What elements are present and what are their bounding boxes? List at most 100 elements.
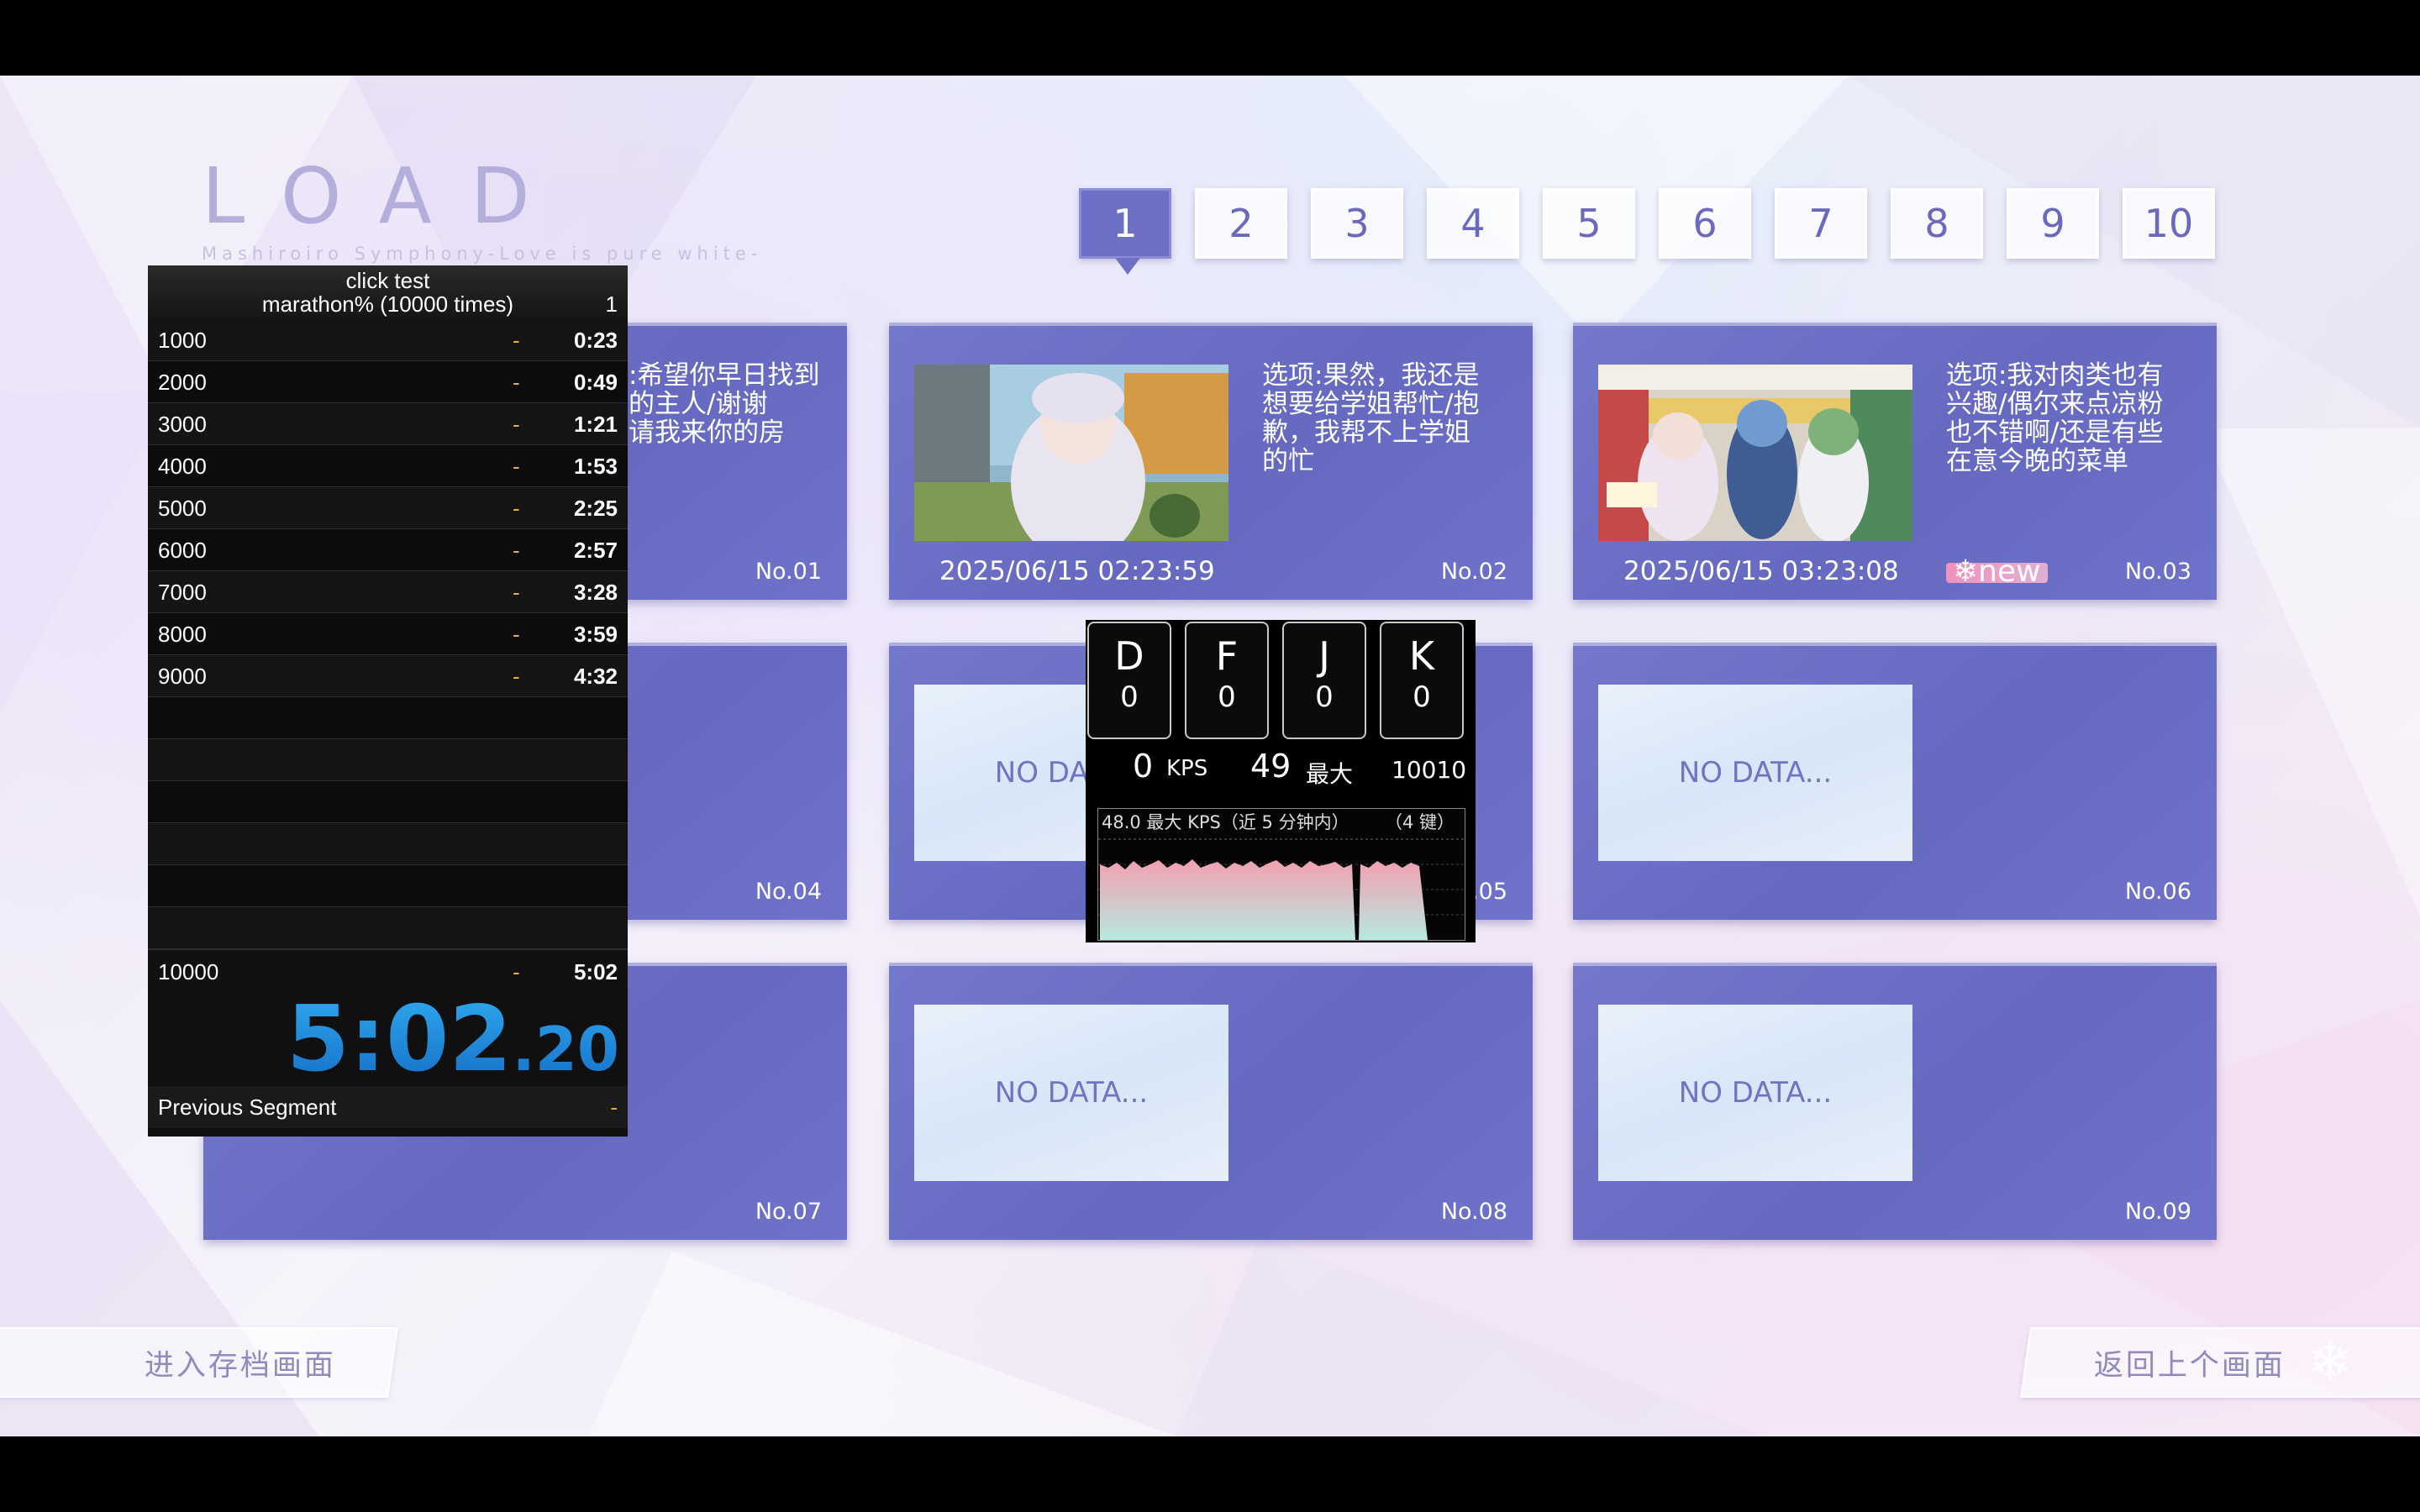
- run-title: click test: [345, 268, 430, 293]
- game-subtitle: Mashiroiro Symphony-Love is pure white-: [202, 244, 763, 264]
- kps-graph: 48.0 最大 KPS（近 5 分钟内） （4 键）: [1097, 808, 1465, 941]
- page-tab-1[interactable]: 1: [1079, 188, 1171, 275]
- key-count: 0: [1315, 680, 1334, 714]
- split-time: 2:57: [573, 538, 618, 563]
- slot-choice-text: 选项:我对肉类也有 兴趣/偶尔来点凉粉 也不错啊/还是有些 在意今晚的菜单: [1946, 360, 2164, 476]
- total-keys-value: 10010: [1392, 756, 1467, 784]
- split-time: 3:28: [573, 580, 618, 605]
- key-overlay: D0 F0 J0 K0 0 KPS 49 最大 10010 48.0 最大 KP…: [1086, 620, 1476, 942]
- page-tab-3[interactable]: 3: [1311, 188, 1403, 259]
- split-time: 0:49: [573, 370, 618, 395]
- page-tab-9[interactable]: 9: [2007, 188, 2099, 259]
- slot-thumbnail: [914, 365, 1228, 541]
- splits-list: 1000-0:23 2000-0:49 3000-1:21 4000-1:53 …: [148, 319, 628, 949]
- split-time: 3:59: [573, 622, 618, 647]
- key-j: J0: [1282, 622, 1366, 739]
- split-delta: -: [513, 454, 520, 479]
- split-row-empty: [148, 865, 628, 907]
- split-name: 1000: [158, 328, 207, 353]
- split-row: 5000 - 2:25: [148, 487, 628, 529]
- main-timer-value: 5:02: [286, 987, 513, 1092]
- split-name: 9000: [158, 664, 207, 689]
- speedrun-timer[interactable]: click test marathon% (10000 times) 1 100…: [148, 265, 628, 1137]
- snowflake-icon: ❄: [1953, 554, 1979, 589]
- split-row-empty: [148, 823, 628, 865]
- page-tab-10[interactable]: 10: [2123, 188, 2215, 259]
- split-delta: -: [513, 959, 520, 984]
- page-tab-5[interactable]: 5: [1543, 188, 1635, 259]
- save-slot-06[interactable]: NO DATA... No.06: [1573, 643, 2217, 920]
- active-tab-pointer: [1115, 258, 1140, 275]
- page-tab-7[interactable]: 7: [1775, 188, 1867, 259]
- previous-segment-row: Previous Segment -: [148, 1086, 628, 1128]
- new-badge-label: new: [1978, 554, 2041, 589]
- page-tab-6[interactable]: 6: [1659, 188, 1751, 259]
- split-name: 7000: [158, 580, 207, 605]
- page-tab-label: 6: [1692, 201, 1718, 246]
- letterbox-top: [0, 0, 2420, 76]
- split-row: 8000 - 3:59: [148, 613, 628, 655]
- back-button-label: 返回上个画面: [2094, 1348, 2286, 1383]
- split-delta: -: [513, 496, 520, 521]
- page-tab-label: 1: [1113, 201, 1138, 246]
- split-row: 6000 - 2:57: [148, 529, 628, 571]
- page-tab-label: 5: [1576, 201, 1602, 246]
- key-label: K: [1408, 633, 1435, 679]
- page-tab-label: 9: [2040, 201, 2065, 246]
- slot-empty-placeholder: NO DATA...: [914, 1005, 1228, 1181]
- previous-segment-label: Previous Segment: [158, 1095, 337, 1120]
- back-button[interactable]: 返回上个画面 ❄: [2020, 1327, 2420, 1398]
- slot-empty-placeholder: NO DATA...: [1598, 685, 1912, 861]
- split-row-empty: [148, 739, 628, 781]
- page-tab-label: 4: [1460, 201, 1486, 246]
- kps-graph-plot: [1098, 838, 1465, 940]
- split-delta: -: [513, 664, 520, 689]
- split-time: 0:23: [573, 328, 618, 353]
- split-name: 2000: [158, 370, 207, 395]
- page-tab-4[interactable]: 4: [1427, 188, 1519, 259]
- snowflake-icon: ❄: [2307, 1331, 2353, 1394]
- key-label: D: [1114, 633, 1144, 679]
- split-delta: -: [513, 622, 520, 647]
- run-category: marathon% (10000 times): [261, 291, 514, 317]
- split-delta: -: [513, 328, 520, 353]
- split-delta: -: [513, 580, 520, 605]
- key-k: K0: [1380, 622, 1464, 739]
- kps-value: 0: [1133, 748, 1154, 785]
- key-f: F0: [1185, 622, 1269, 739]
- split-time: 1:21: [573, 412, 618, 437]
- slot-number: No.02: [1440, 559, 1507, 585]
- key-count: 0: [1120, 680, 1139, 714]
- split-time: 2:25: [573, 496, 618, 521]
- slot-number: No.04: [755, 879, 822, 905]
- slot-number: No.07: [755, 1199, 822, 1225]
- enter-save-screen-label: 进入存档画面: [145, 1348, 337, 1383]
- save-slot-08[interactable]: NO DATA... No.08: [889, 963, 1533, 1240]
- slot-empty-placeholder: NO DATA...: [1598, 1005, 1912, 1181]
- page-tab-label: 3: [1344, 201, 1370, 246]
- key-row: D0 F0 J0 K0: [1086, 622, 1464, 739]
- save-slot-03[interactable]: 选项:我对肉类也有 兴趣/偶尔来点凉粉 也不错啊/还是有些 在意今晚的菜单 20…: [1573, 323, 2217, 600]
- key-count: 0: [1218, 680, 1236, 714]
- page-tab-8[interactable]: 8: [1891, 188, 1983, 259]
- slot-number: No.09: [2124, 1199, 2191, 1225]
- key-count: 0: [1413, 680, 1431, 714]
- split-row-empty: [148, 697, 628, 739]
- split-row-empty: [148, 781, 628, 823]
- slot-number: No.01: [755, 559, 822, 585]
- split-row: 7000 - 3:28: [148, 571, 628, 613]
- enter-save-screen-button[interactable]: 进入存档画面: [0, 1327, 398, 1398]
- split-name: 8000: [158, 622, 207, 647]
- letterbox-bottom: [0, 1436, 2420, 1512]
- split-name: 5000: [158, 496, 207, 521]
- page-tab-label: 7: [1808, 201, 1833, 246]
- split-name: 4000: [158, 454, 207, 479]
- save-slot-02[interactable]: 选项:果然，我还是 想要给学姐帮忙/抱 歉，我帮不上学姐 的忙 2025/06/…: [889, 323, 1533, 600]
- split-row: 4000 - 1:53: [148, 445, 628, 487]
- slot-choice-text: 选项:果然，我还是 想要给学姐帮忙/抱 歉，我帮不上学姐 的忙: [1262, 360, 1480, 476]
- main-timer-fraction: .20: [512, 1014, 619, 1084]
- split-row-empty: [148, 907, 628, 949]
- slot-number: No.06: [2124, 879, 2191, 905]
- page-tab-2[interactable]: 2: [1195, 188, 1287, 259]
- save-slot-09[interactable]: NO DATA... No.09: [1573, 963, 2217, 1240]
